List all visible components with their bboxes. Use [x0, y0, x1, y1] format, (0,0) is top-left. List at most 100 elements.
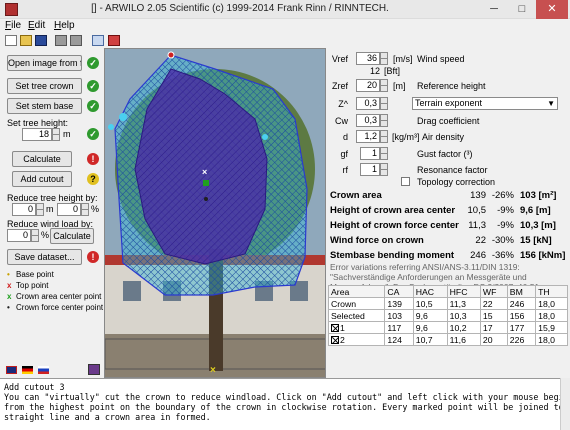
calculate-button[interactable]: Calculate — [12, 151, 72, 167]
tree-height-spinner[interactable] — [52, 128, 60, 141]
left-panel: Open image from file... ✓ Set tree crown… — [0, 48, 104, 378]
check-icon: ✓ — [87, 57, 99, 69]
result-row: Height of crown area center 10,5 -9% 9,6… — [330, 205, 551, 216]
d-description: Air density — [422, 132, 465, 142]
copy-icon[interactable] — [92, 35, 104, 46]
tree-height-input[interactable]: 18 — [22, 128, 52, 141]
topology-checkbox[interactable] — [401, 177, 410, 186]
cutout-checkbox[interactable] — [331, 335, 339, 344]
top-point-marker: × — [202, 167, 207, 177]
set-tree-crown-button[interactable]: Set tree crown — [7, 78, 82, 94]
reduce-height-m-input[interactable]: 0 — [12, 203, 36, 216]
reduce-height-pct-input[interactable]: 0 — [57, 203, 81, 216]
help-line: from the highest point on the boundary o… — [4, 402, 566, 412]
reduce-height-pct-spinner[interactable] — [81, 203, 89, 216]
vref-label: Vref — [331, 54, 348, 64]
legend-crown-force-center: • Crown force center point — [7, 303, 104, 312]
open-image-button[interactable]: Open image from file... — [7, 55, 82, 71]
terrain-dropdown[interactable]: Terrain exponent ▼ — [412, 97, 558, 110]
error-icon: ! — [87, 153, 99, 165]
title-bar: [] - ARWILO 2.05 Scientific (c) 1999-201… — [0, 0, 570, 19]
menu-file[interactable]: File — [5, 20, 21, 31]
german-flag-icon[interactable] — [22, 366, 33, 374]
zref-unit: [m] — [393, 81, 406, 91]
rf-input[interactable]: 1 — [360, 163, 380, 176]
save-dataset-button[interactable]: Save dataset... — [7, 249, 82, 265]
zref-label: Zref — [331, 81, 348, 91]
table-row[interactable]: 2 124 10,7 11,6 20 226 18,0 — [327, 333, 568, 346]
legend-top-point: x Top point — [7, 281, 49, 290]
exit-icon[interactable] — [108, 35, 120, 46]
settings-icon[interactable] — [88, 364, 100, 375]
new-file-icon[interactable] — [5, 35, 17, 46]
vref-input[interactable]: 36 — [356, 52, 380, 65]
cw-input[interactable]: 0,3 — [356, 114, 380, 127]
print-preview-icon[interactable] — [70, 35, 82, 46]
maximize-button[interactable]: □ — [508, 0, 536, 19]
cutout-point-marker[interactable] — [108, 124, 114, 130]
cutout-checkbox[interactable] — [331, 323, 339, 332]
result-row: Height of crown force center 11,3 -9% 10… — [330, 220, 556, 231]
rf-spinner[interactable] — [380, 163, 388, 176]
top-point-marker[interactable] — [167, 51, 175, 59]
result-row: Stembase bending moment 246 -36% 156 [kN… — [330, 250, 566, 261]
language-flag-icon[interactable] — [38, 366, 49, 374]
cutout-point-marker[interactable] — [119, 113, 127, 121]
legend-crown-area-center: x Crown area center point — [7, 292, 102, 301]
help-text-box[interactable]: Add cutout 3 You can "virtually" cut the… — [0, 378, 570, 430]
check-icon: ✓ — [87, 100, 99, 112]
table-header: Area CA HAC HFC WF BM TH — [327, 285, 568, 298]
cw-label: Cw — [335, 116, 348, 126]
help-scrollbar[interactable] — [560, 378, 570, 430]
rf-description: Resonance factor — [417, 165, 488, 175]
tree-image[interactable]: × × — [105, 49, 326, 378]
d-input[interactable]: 1,2 — [356, 130, 380, 143]
d-spinner[interactable] — [380, 130, 388, 143]
bft-value: 12 — [369, 66, 380, 76]
zref-description: Reference height — [417, 81, 486, 91]
area-table: Area CA HAC HFC WF BM TH Crown 139 10,5 11,… — [327, 285, 568, 346]
reduce-height-m-spinner[interactable] — [36, 203, 44, 216]
reduce-load-spinner[interactable] — [31, 229, 39, 242]
reduce-load-input[interactable]: 0 — [7, 229, 31, 242]
menu-edit[interactable]: Edit — [28, 20, 45, 31]
vref-description: Wind speed — [417, 54, 465, 64]
zref-input[interactable]: 20 — [356, 79, 380, 92]
z-spinner[interactable] — [380, 97, 388, 110]
vref-spinner[interactable] — [380, 52, 388, 65]
right-panel: Vref 36 [m/s] Wind speed 12 [Bft] Zref 2… — [326, 48, 570, 378]
chevron-down-icon: ▼ — [547, 99, 555, 108]
z-input[interactable]: 0,3 — [356, 97, 380, 110]
open-folder-icon[interactable] — [20, 35, 32, 46]
close-button[interactable]: ✕ — [536, 0, 568, 19]
result-row: Wind force on crown 22 -30% 15 [kN] — [330, 235, 552, 246]
table-row[interactable]: Selected 103 9,6 10,3 15 156 18,0 — [327, 309, 568, 322]
english-flag-icon[interactable] — [6, 366, 17, 374]
set-stem-base-button[interactable]: Set stem base — [7, 98, 82, 114]
table-row[interactable]: Crown 139 10,5 11,3 22 246 18,0 — [327, 297, 568, 310]
gf-input[interactable]: 1 — [360, 147, 380, 160]
table-row[interactable]: 1 117 9,6 10,2 17 177 15,9 — [327, 321, 568, 334]
tree-image-canvas[interactable]: × × — [104, 48, 326, 378]
zref-spinner[interactable] — [380, 79, 388, 92]
cw-spinner[interactable] — [380, 114, 388, 127]
bft-unit: [Bft] — [384, 66, 401, 76]
gf-spinner[interactable] — [380, 147, 388, 160]
add-cutout-button[interactable]: Add cutout — [12, 171, 72, 187]
d-label: d — [342, 132, 348, 142]
menu-help[interactable]: Help — [54, 20, 75, 31]
reduce-load-unit: % — [41, 230, 50, 240]
print-icon[interactable] — [55, 35, 67, 46]
save-disk-icon[interactable] — [35, 35, 47, 46]
cutout-point-marker[interactable] — [262, 134, 268, 140]
calculate-small-button[interactable]: Calculate — [50, 228, 94, 244]
gf-description: Gust factor (³) — [417, 149, 473, 159]
legend-base-point: • Base point — [7, 270, 54, 279]
tree-height-label: Set tree height: — [7, 118, 69, 128]
vref-unit: [m/s] — [393, 54, 413, 64]
result-row: Crown area 139 -26% 103 [m²] — [330, 190, 557, 201]
minimize-button[interactable]: ─ — [480, 0, 508, 19]
menu-bar: File Edit Help — [0, 19, 570, 33]
check-icon: ✓ — [87, 80, 99, 92]
help-line: You can "virtually" cut the crown to red… — [4, 392, 566, 402]
